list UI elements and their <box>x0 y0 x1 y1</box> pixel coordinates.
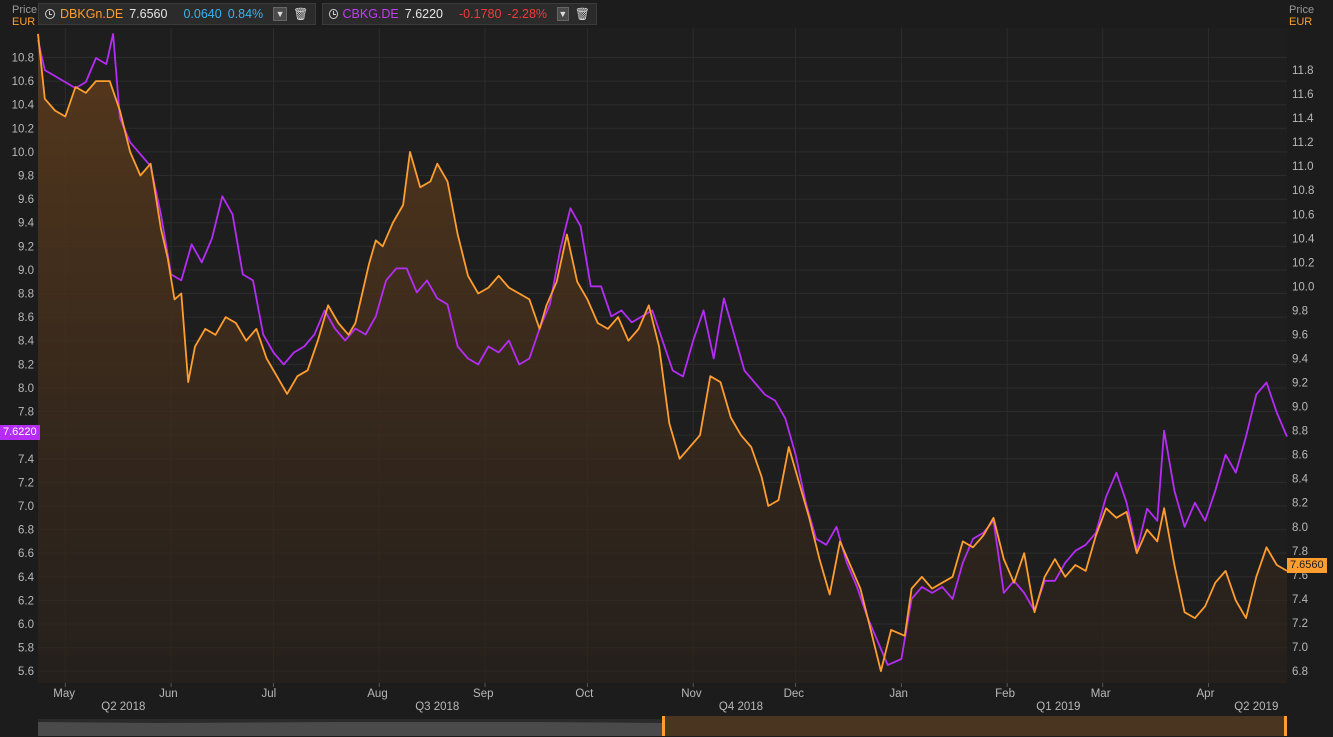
x-quarter-label: Q2 2018 <box>101 701 145 713</box>
left-axis-title: Price EUR <box>12 4 37 28</box>
y-left-tick-label: 6.6 <box>18 548 34 560</box>
x-month-label: May <box>53 688 75 700</box>
y-left-tick-label: 6.4 <box>18 572 35 584</box>
x-quarter-label: Q4 2018 <box>719 701 763 713</box>
y-left-tick-label: 7.4 <box>18 454 35 466</box>
y-right-tick-label: 9.8 <box>1292 305 1308 317</box>
x-month-label: Dec <box>784 688 805 700</box>
x-quarter-label: Q1 2019 <box>1036 701 1080 713</box>
x-month-label: Jun <box>159 688 178 700</box>
y-right-tick-label: 8.2 <box>1292 498 1308 510</box>
x-month-label: Apr <box>1197 688 1215 700</box>
navigator-selection[interactable] <box>663 716 1285 736</box>
y-left-tick-label: 7.2 <box>18 477 34 489</box>
y-left-tick-label: 10.4 <box>12 100 35 112</box>
x-quarter-label: Q3 2018 <box>415 701 459 713</box>
y-right-tick-label: 7.2 <box>1292 618 1308 630</box>
y-left-tick-label: 5.8 <box>18 643 34 655</box>
y-right-tick-label: 8.8 <box>1292 426 1308 438</box>
x-month-label: Oct <box>575 688 594 700</box>
y-left-tick-label: 7.0 <box>18 501 34 513</box>
right-axis-title-currency: EUR <box>1289 16 1313 28</box>
y-left-tick-label: 10.2 <box>12 123 34 135</box>
navigator-history-shape <box>38 722 663 736</box>
legend-ticker-dbkg: DBKGn.DE <box>60 7 124 21</box>
price-chart[interactable]: 5.65.86.06.26.46.66.87.07.27.47.67.88.08… <box>0 0 1333 737</box>
x-month-label: Mar <box>1091 688 1111 700</box>
x-month-label: Sep <box>473 688 493 700</box>
legend-price-cbkg: 7.6220 <box>404 7 443 21</box>
y-right-tick-label: 10.0 <box>1292 281 1314 293</box>
y-right-tick-label: 9.0 <box>1292 402 1308 414</box>
y-left-tick-label: 7.8 <box>18 407 34 419</box>
last-price-tag-cbkg: 7.6220 <box>0 425 40 440</box>
trash-icon[interactable]: 🗑 <box>575 7 590 21</box>
legend-change-cbkg: -0.1780 <box>459 7 502 21</box>
left-axis-title-price: Price <box>12 4 38 16</box>
navigator-left-handle[interactable] <box>662 716 665 736</box>
y-right-tick-label: 8.4 <box>1292 474 1309 486</box>
y-left-tick-label: 10.6 <box>12 76 34 88</box>
y-right-tick-label: 9.6 <box>1292 329 1308 341</box>
y-left-tick-label: 8.2 <box>18 359 34 371</box>
y-right-tick-label: 10.8 <box>1292 185 1314 197</box>
y-right-tick-label: 9.4 <box>1292 354 1309 366</box>
y-left-tick-label: 8.4 <box>18 336 35 348</box>
y-right-tick-label: 10.4 <box>1292 233 1315 245</box>
clock-icon <box>45 9 55 19</box>
time-navigator[interactable] <box>38 716 1287 736</box>
y-left-tick-label: 8.0 <box>18 383 34 395</box>
x-month-label: Jan <box>889 688 908 700</box>
clock-icon <box>329 9 338 19</box>
x-month-label: Jul <box>261 688 276 700</box>
y-left-tick-label: 9.0 <box>18 265 34 277</box>
y-left-tick-label: 9.2 <box>18 241 34 253</box>
y-right-tick-label: 10.2 <box>1292 257 1314 269</box>
y-left-tick-label: 6.0 <box>18 619 34 631</box>
chevron-down-icon[interactable]: ▼ <box>557 7 569 21</box>
legend-pct-cbkg: -2.28% <box>507 7 548 21</box>
legend-price-dbkg: 7.6560 <box>129 7 168 21</box>
y-right-tick-label: 8.0 <box>1292 522 1308 534</box>
legend-dbkg[interactable]: DBKGn.DE 7.6560 0.0640 0.84% ▼ 🗑 <box>38 3 316 25</box>
y-right-tick-label: 11.8 <box>1292 65 1314 77</box>
y-left-tick-label: 10.0 <box>12 147 34 159</box>
x-month-label: Nov <box>681 688 702 700</box>
y-right-tick-label: 7.0 <box>1292 642 1308 654</box>
right-axis-title-price: Price <box>1289 4 1315 16</box>
legend-ticker-cbkg: CBKG.DE <box>342 7 399 21</box>
x-quarter-label: Q2 2019 <box>1234 701 1278 713</box>
y-right-tick-label: 11.0 <box>1292 161 1314 173</box>
last-price-tag-dbkg: 7.6560 <box>1287 558 1327 573</box>
y-right-tick-label: 10.6 <box>1292 209 1314 221</box>
y-right-tick-label: 11.4 <box>1292 113 1314 125</box>
y-left-tick-label: 10.8 <box>12 53 34 65</box>
y-right-tick-label: 7.8 <box>1292 546 1308 558</box>
x-month-label: Feb <box>995 688 1015 700</box>
y-right-tick-label: 11.2 <box>1292 137 1314 149</box>
trash-icon[interactable]: 🗑 <box>293 7 308 21</box>
legend-pct-dbkg: 0.84% <box>227 7 264 21</box>
y-left-tick-label: 9.6 <box>18 194 34 206</box>
chevron-down-icon[interactable]: ▼ <box>273 7 288 21</box>
y-right-tick-label: 8.6 <box>1292 450 1308 462</box>
y-left-tick-label: 6.2 <box>18 595 34 607</box>
y-right-tick-label: 7.4 <box>1292 594 1309 606</box>
left-axis-title-currency: EUR <box>12 16 36 28</box>
y-left-tick-label: 9.4 <box>18 218 35 230</box>
y-left-tick-label: 6.8 <box>18 525 34 537</box>
y-right-tick-label: 9.2 <box>1292 378 1308 390</box>
legend-cbkg[interactable]: CBKG.DE 7.6220 -0.1780 -2.28% ▼ 🗑 <box>322 3 597 25</box>
y-left-tick-label: 5.6 <box>18 666 34 678</box>
y-left-tick-label: 8.8 <box>18 289 34 301</box>
right-axis-title: Price EUR <box>1289 4 1314 28</box>
x-month-label: Aug <box>367 688 387 700</box>
navigator-right-handle[interactable] <box>1284 716 1287 736</box>
y-left-tick-label: 9.8 <box>18 171 34 183</box>
y-right-tick-label: 11.6 <box>1292 89 1314 101</box>
y-right-tick-label: 6.8 <box>1292 666 1308 678</box>
legend-change-dbkg: 0.0640 <box>183 7 222 21</box>
y-left-tick-label: 8.6 <box>18 312 34 324</box>
